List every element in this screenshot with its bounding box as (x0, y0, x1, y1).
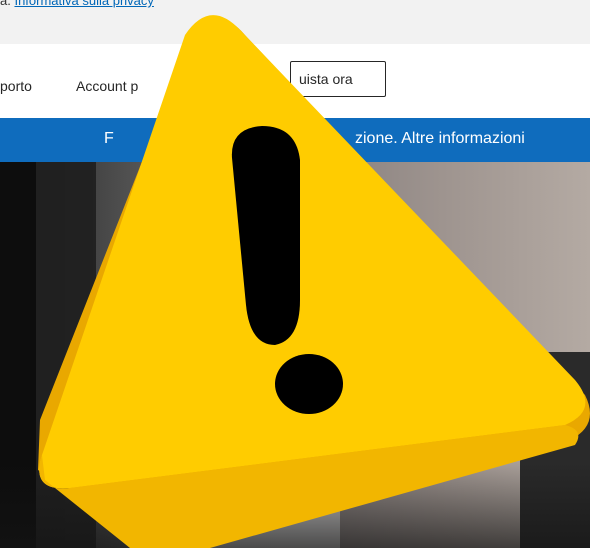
privacy-prefix: a. (0, 0, 11, 8)
privacy-strip: a. Informativa sulla privacy (0, 0, 590, 44)
nav-support-link[interactable]: porto (0, 78, 32, 94)
info-banner: F zione. Altre informazioni (0, 118, 590, 162)
privacy-link[interactable]: Informativa sulla privacy (14, 0, 153, 8)
banner-text-right[interactable]: zione. Altre informazioni (355, 130, 525, 148)
nav-account-link[interactable]: Account p (76, 78, 138, 94)
top-navigation: porto Account p uista ora (0, 44, 590, 118)
banner-text-left: F (104, 130, 114, 147)
privacy-notice: a. Informativa sulla privacy (0, 0, 154, 8)
hero-image (0, 162, 590, 548)
buy-now-button[interactable]: uista ora (290, 61, 386, 97)
